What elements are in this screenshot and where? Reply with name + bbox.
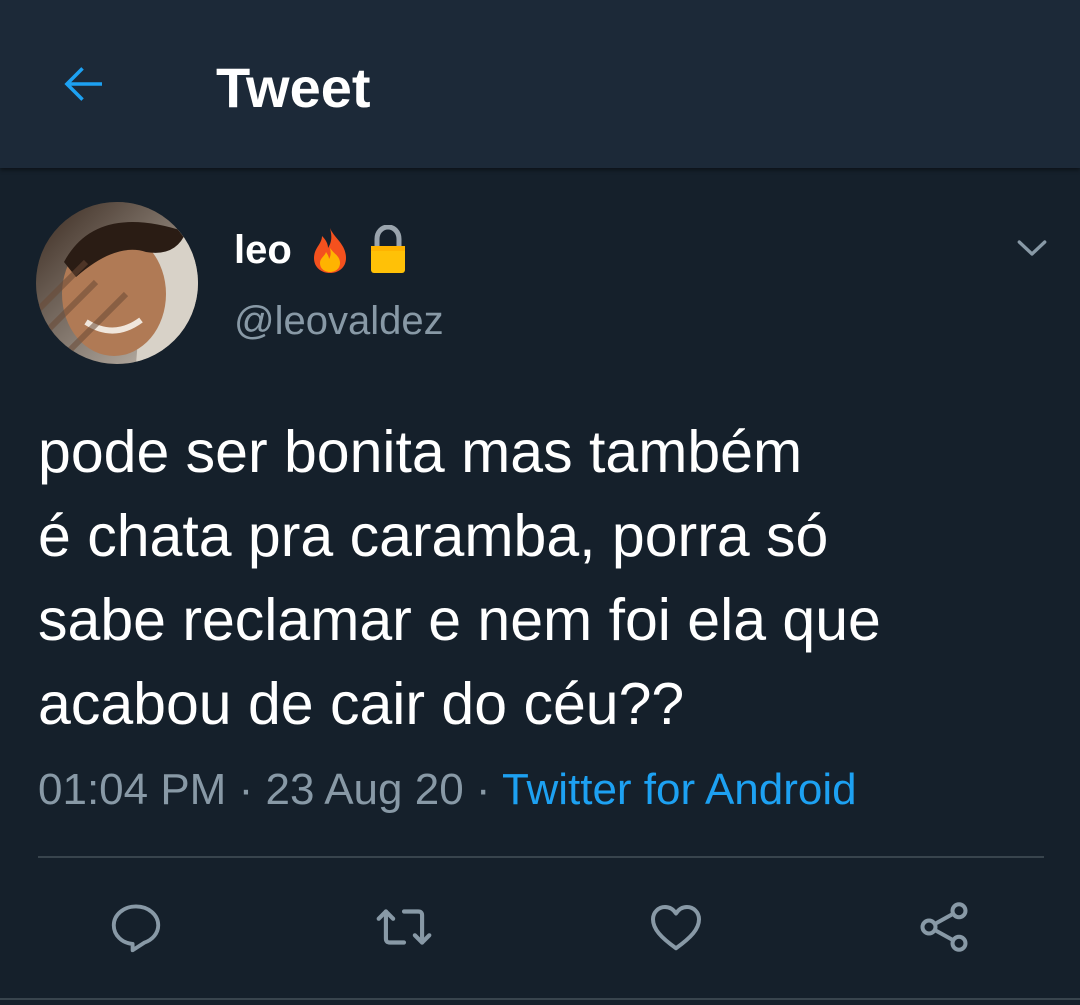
- divider: [38, 856, 1044, 858]
- meta-separator: ·: [238, 765, 254, 814]
- avatar[interactable]: [36, 202, 198, 364]
- bottom-divider: [0, 998, 1080, 1000]
- back-button[interactable]: [54, 54, 114, 114]
- author-handle: @leovaldez: [234, 299, 444, 343]
- retweet-icon: [376, 909, 432, 945]
- tweet-source-link[interactable]: Twitter for Android: [502, 765, 857, 814]
- tweet-text: pode ser bonita mas também é chata pra c…: [38, 419, 881, 737]
- reply-button[interactable]: [104, 895, 168, 959]
- fire-emoji: [308, 226, 352, 274]
- avatar-photo: [36, 202, 198, 364]
- tweet-meta: 01:04 PM · 23 Aug 20 · Twitter for Andro…: [38, 762, 857, 818]
- page-title: Tweet: [216, 56, 371, 119]
- display-name: leo: [234, 227, 292, 272]
- heart-icon: [651, 905, 701, 951]
- share-button[interactable]: [912, 895, 976, 959]
- tweet-time: 01:04 PM: [38, 765, 227, 814]
- arrow-left-icon: [64, 67, 102, 101]
- chevron-down-icon: [1017, 240, 1047, 256]
- tweet-date: 23 Aug 20: [265, 765, 464, 814]
- author-name-row: leo: [234, 222, 408, 278]
- like-button[interactable]: [644, 895, 708, 959]
- share-icon: [920, 902, 968, 952]
- meta-separator: ·: [475, 765, 491, 814]
- lock-emoji: [368, 225, 408, 275]
- top-app-bar: Tweet: [0, 0, 1080, 168]
- more-options-button[interactable]: [1008, 224, 1056, 272]
- retweet-button[interactable]: [372, 895, 436, 959]
- reply-icon: [111, 904, 161, 953]
